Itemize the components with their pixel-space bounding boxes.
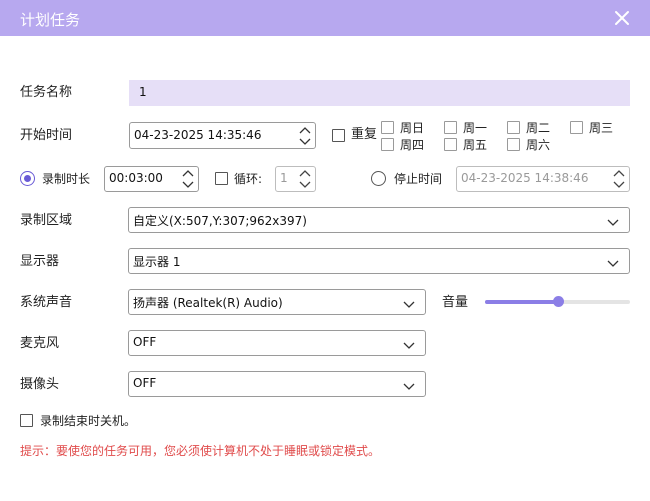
camera-value: OFF — [133, 376, 157, 390]
day-label-wed: 周三 — [589, 121, 614, 135]
hint-text: 提示：要使您的任务可用，您必须使计算机不处于睡眠或锁定模式。 — [20, 444, 381, 458]
start-time-label: 开始时间 — [20, 128, 73, 143]
loop-count-value: 1 — [280, 171, 288, 185]
day-label-thu: 周四 — [400, 138, 425, 152]
day-checkbox-thu[interactable] — [381, 138, 394, 151]
volume-slider-fill — [485, 300, 558, 304]
camera-select[interactable]: OFF — [128, 371, 426, 397]
day-label-mon: 周一 — [463, 121, 488, 135]
loop-checkbox[interactable] — [215, 172, 228, 185]
title-bar: 计划任务 — [0, 0, 650, 36]
loop-label: 循环: — [234, 172, 263, 186]
stop-time-field[interactable]: 04-23-2025 14:38:46 — [456, 166, 630, 192]
spin-updown-icon[interactable] — [611, 168, 627, 190]
day-checkbox-sat[interactable] — [507, 138, 520, 151]
camera-label: 摄像头 — [20, 377, 60, 392]
dialog-title: 计划任务 — [20, 11, 81, 29]
volume-slider-thumb[interactable] — [553, 296, 564, 307]
system-audio-select[interactable]: 扬声器 (Realtek(R) Audio) — [128, 289, 426, 315]
schedule-task-dialog: 计划任务 任务名称 1 开始时间 04-23-2025 14:35:46 重复 … — [0, 0, 650, 501]
stop-time-label: 停止时间 — [394, 172, 443, 186]
chevron-down-icon — [403, 380, 415, 390]
spin-updown-icon[interactable] — [297, 124, 313, 146]
stop-time-radio[interactable] — [371, 171, 386, 186]
system-audio-label: 系统声音 — [20, 295, 73, 310]
region-label: 录制区域 — [20, 213, 73, 228]
duration-radio[interactable] — [20, 171, 35, 186]
start-time-value: 04-23-2025 14:35:46 — [134, 128, 262, 142]
microphone-value: OFF — [133, 335, 157, 349]
shutdown-label: 录制结束时关机。 — [40, 414, 137, 428]
chevron-down-icon — [607, 257, 619, 267]
duration-label: 录制时长 — [42, 172, 91, 186]
day-checkbox-mon[interactable] — [444, 121, 457, 134]
display-label: 显示器 — [20, 254, 60, 269]
spin-updown-icon[interactable] — [180, 168, 196, 190]
start-time-field[interactable]: 04-23-2025 14:35:46 — [129, 122, 316, 149]
duration-field[interactable]: 00:03:00 — [104, 166, 199, 192]
chevron-down-icon — [403, 339, 415, 349]
day-checkbox-fri[interactable] — [444, 138, 457, 151]
spin-updown-icon[interactable] — [297, 168, 313, 190]
microphone-label: 麦克风 — [20, 336, 60, 351]
volume-label: 音量 — [442, 295, 469, 310]
task-name-input[interactable]: 1 — [129, 80, 630, 106]
day-checkbox-wed[interactable] — [570, 121, 583, 134]
chevron-down-icon — [607, 216, 619, 226]
day-label-sat: 周六 — [526, 138, 551, 152]
chevron-down-icon — [403, 298, 415, 308]
region-value: 自定义(X:507,Y:307;962x397) — [133, 214, 307, 228]
close-icon[interactable] — [612, 8, 632, 28]
display-select[interactable]: 显示器 1 — [128, 248, 630, 274]
day-label-tue: 周二 — [526, 121, 551, 135]
volume-slider[interactable] — [485, 296, 630, 307]
duration-value: 00:03:00 — [109, 171, 163, 185]
day-label-fri: 周五 — [463, 138, 488, 152]
loop-count-field[interactable]: 1 — [275, 166, 316, 192]
shutdown-checkbox[interactable] — [20, 414, 33, 427]
day-checkbox-tue[interactable] — [507, 121, 520, 134]
day-checkbox-sun[interactable] — [381, 121, 394, 134]
region-select[interactable]: 自定义(X:507,Y:307;962x397) — [128, 207, 630, 233]
task-name-value: 1 — [139, 85, 147, 99]
system-audio-value: 扬声器 (Realtek(R) Audio) — [133, 296, 283, 310]
day-label-sun: 周日 — [400, 121, 425, 135]
display-value: 显示器 1 — [133, 255, 181, 269]
repeat-checkbox[interactable] — [332, 129, 345, 142]
microphone-select[interactable]: OFF — [128, 330, 426, 356]
stop-time-value: 04-23-2025 14:38:46 — [461, 171, 589, 185]
repeat-label: 重复 — [351, 127, 378, 142]
task-name-label: 任务名称 — [20, 85, 73, 100]
